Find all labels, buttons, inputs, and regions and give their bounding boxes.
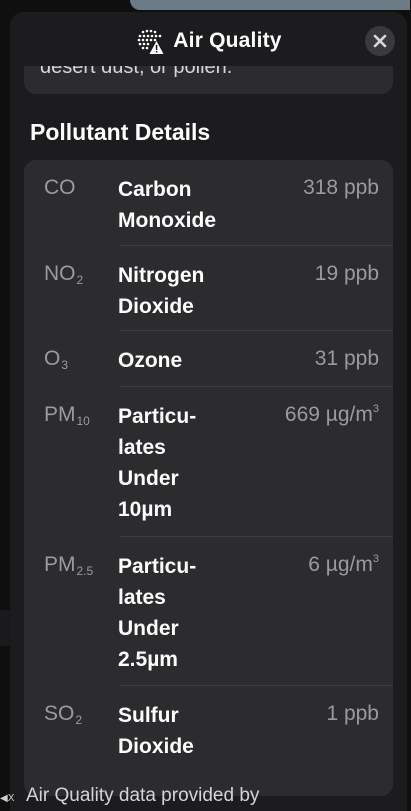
sheet-header: Air Quality <box>10 12 407 70</box>
pollutant-row: PM10 Particu- lates Under 10µm 669 µg/m3 <box>24 387 393 537</box>
air-quality-warning-icon <box>137 29 164 54</box>
pollutant-value: 19 ppb <box>314 262 379 285</box>
pollutant-value: 31 ppb <box>314 347 379 370</box>
pollutant-details-card: CO Carbon Monoxide 318 ppb NO2 Nitrogen … <box>24 160 393 796</box>
pollutant-name: Ozone <box>118 349 183 372</box>
sheet-title: Air Quality <box>173 29 282 52</box>
pollutant-name: Particu- lates Under 2.5µm <box>118 555 197 671</box>
pollutant-value: 6 µg/m3 <box>308 553 379 576</box>
corner-close-marker[interactable]: ◀X <box>0 793 14 804</box>
pollutant-abbr: SO2 <box>44 702 83 727</box>
pollutant-abbr: CO <box>44 176 76 199</box>
pollutant-name: Particu- lates Under 10µm <box>118 405 197 521</box>
background-map-strip <box>130 0 410 10</box>
data-attribution-text: Air Quality data provided by <box>26 785 260 806</box>
close-icon <box>373 34 387 48</box>
pollutant-abbr: NO2 <box>44 262 84 287</box>
pollutant-name: Sulfur Dioxide <box>118 704 194 758</box>
pollutant-name: Carbon Monoxide <box>118 178 216 232</box>
pollutant-row: CO Carbon Monoxide 318 ppb <box>24 160 393 246</box>
pollutant-row: O3 Ozone 31 ppb <box>24 331 393 387</box>
pollutant-abbr: PM2.5 <box>44 553 94 578</box>
close-button[interactable] <box>365 26 395 56</box>
pollutant-row: NO2 Nitrogen Dioxide 19 ppb <box>24 246 393 331</box>
pollutant-row: SO2 Sulfur Dioxide 1 ppb <box>24 686 393 776</box>
pollutant-value: 318 ppb <box>303 176 379 199</box>
pollutant-value: 669 µg/m3 <box>284 403 379 426</box>
pollutant-row: PM2.5 Particu- lates Under 2.5µm 6 µg/m3 <box>24 537 393 686</box>
pollutant-abbr: PM10 <box>44 403 90 428</box>
pollutant-name: Nitrogen Dioxide <box>118 264 205 318</box>
pollutant-value: 1 ppb <box>326 702 379 725</box>
section-title: Pollutant Details <box>30 119 211 145</box>
title-group: Air Quality <box>135 26 281 56</box>
air-quality-sheet: desert dust, or pollen. Air Quality Poll… <box>10 12 407 811</box>
corner-marker-icon: ◀ <box>0 793 8 804</box>
pollutant-abbr: O3 <box>44 347 69 372</box>
